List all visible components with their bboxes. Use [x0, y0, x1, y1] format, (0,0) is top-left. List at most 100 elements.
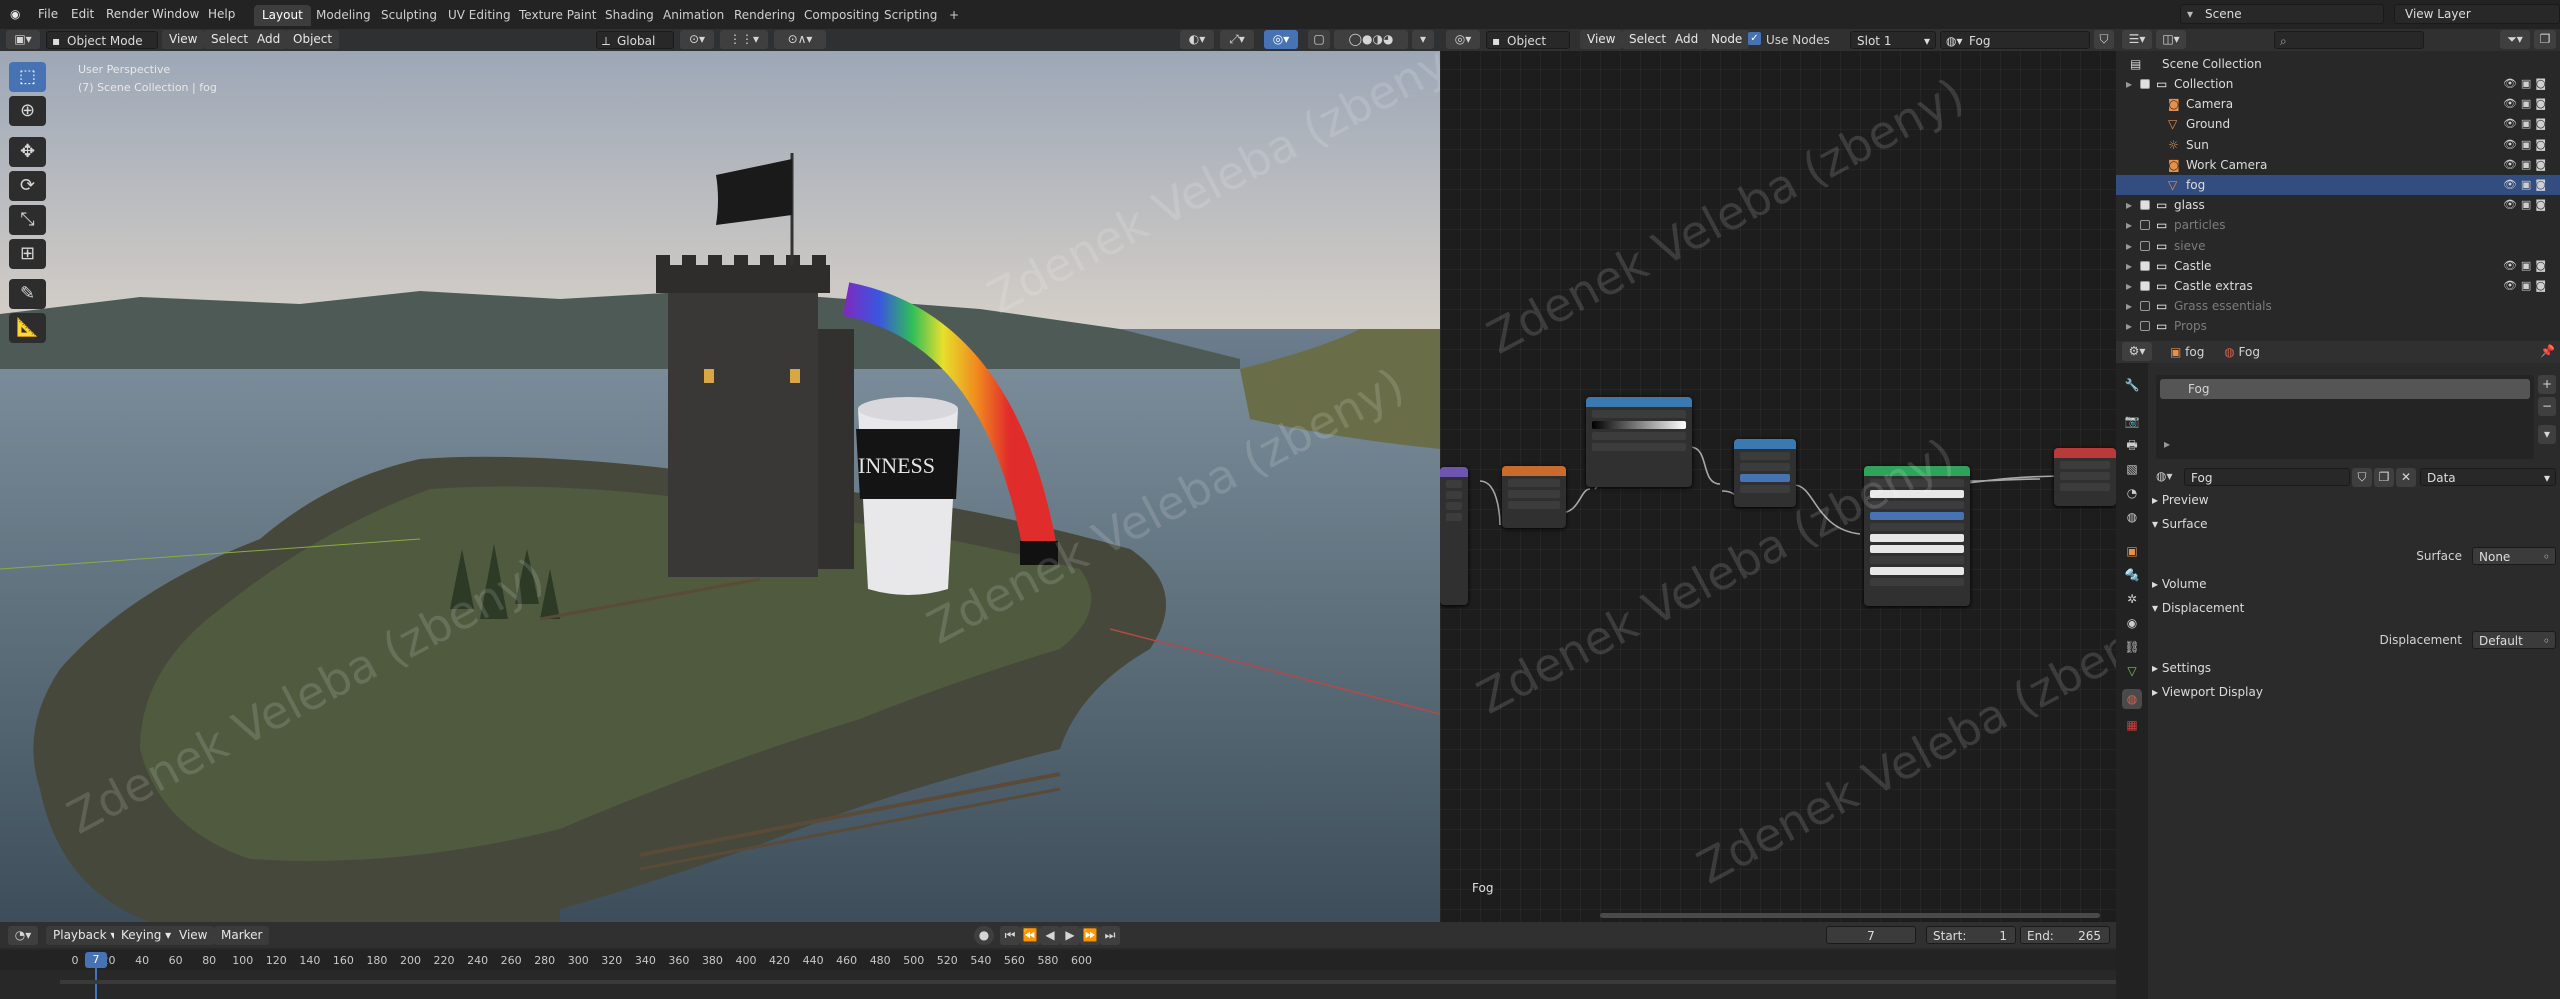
panel-settings[interactable]: ▸ Settings	[2152, 657, 2556, 679]
proportional-edit-icon[interactable]: ⊙∧▾	[774, 30, 826, 49]
expand-arrow-icon[interactable]: ▸	[2126, 215, 2132, 235]
visibility-toggle-icon[interactable]: 👁▣◙	[2496, 175, 2550, 195]
visibility-toggle-icon[interactable]: 👁▣◙	[2496, 256, 2550, 276]
play-icon[interactable]: ▶	[1060, 926, 1080, 945]
annotate-tool-icon[interactable]: ✎	[9, 279, 46, 309]
mode-selector[interactable]: ▪ Object Mode	[46, 31, 158, 49]
exclude-checkbox[interactable]	[2140, 200, 2150, 211]
object-tab-icon[interactable]: ▣	[2122, 541, 2142, 561]
output-tab-icon[interactable]: 🖶	[2122, 435, 2142, 455]
outliner-row[interactable]: ▸ ▭ Grass essentials	[2116, 296, 2560, 316]
playhead[interactable]: 7	[85, 952, 107, 968]
select-box-tool-icon[interactable]: ⬚	[9, 62, 46, 92]
record-icon[interactable]: ●	[974, 926, 994, 945]
snap-icon[interactable]: ⋮⋮▾	[720, 30, 768, 49]
outliner-row[interactable]: ▽ Ground 👁▣◙	[2116, 114, 2560, 134]
transform-orientation[interactable]: ⟂ Global	[596, 31, 674, 49]
modifier-tab-icon[interactable]: 🔩	[2122, 565, 2142, 585]
timeline-type-icon[interactable]: ◔▾	[8, 926, 38, 945]
visibility-toggle-icon[interactable]: 👁▣◙	[2496, 155, 2550, 175]
outliner-row[interactable]: ▸ ▭ Props	[2116, 316, 2560, 336]
data-tab-icon[interactable]: ▽	[2122, 661, 2142, 681]
jump-end-icon[interactable]: ⏭	[1100, 926, 1120, 945]
timeline-menu-marker[interactable]: Marker	[214, 926, 270, 945]
viewport-menu-add[interactable]: Add	[250, 30, 288, 49]
world-tab-icon[interactable]: ◍	[2122, 507, 2142, 527]
node-color-ramp[interactable]	[1586, 397, 1692, 487]
gizmo-icon[interactable]: ⤢▾	[1220, 30, 1254, 49]
tab-scripting[interactable]: Scripting	[876, 5, 945, 26]
timeline-menu-keying[interactable]: Keying ▾	[114, 926, 179, 945]
new-collection-icon[interactable]: ❐	[2534, 30, 2556, 49]
expand-list-icon[interactable]: ▸	[2164, 437, 2170, 451]
display-mode-icon[interactable]: ◫▾	[2156, 30, 2186, 49]
viewport-menu-view[interactable]: View	[162, 30, 205, 49]
overlays-icon[interactable]: ◎▾	[1264, 30, 1298, 49]
visibility-toggle-icon[interactable]: 👁▣◙	[2496, 276, 2550, 296]
outliner-row[interactable]: ◙ Work Camera 👁▣◙	[2116, 155, 2560, 175]
outliner-type-icon[interactable]: ☰▾	[2122, 30, 2152, 49]
panel-displacement[interactable]: ▾ Displacement	[2152, 597, 2556, 619]
material-name-field[interactable]: Fog	[2184, 468, 2350, 486]
view-layer-selector[interactable]: View Layer	[2394, 4, 2560, 24]
panel-surface[interactable]: ▾ Surface	[2152, 513, 2556, 535]
exclude-checkbox[interactable]	[2140, 240, 2150, 251]
shading-options-icon[interactable]: ▾	[1412, 30, 1434, 49]
visibility-toggle-icon[interactable]: 👁▣◙	[2496, 94, 2550, 114]
move-tool-icon[interactable]: ✥	[9, 137, 46, 167]
viewport-menu-select[interactable]: Select	[204, 30, 256, 49]
outliner-row[interactable]: ▸ ▭ glass 👁▣◙	[2116, 195, 2560, 215]
particles-tab-icon[interactable]: ✲	[2122, 589, 2142, 609]
exclude-checkbox[interactable]	[2140, 220, 2150, 231]
menu-file[interactable]: File	[32, 5, 64, 24]
visibility-toggle-icon[interactable]: 👁▣◙	[2496, 74, 2550, 94]
exclude-checkbox[interactable]	[2140, 301, 2150, 312]
material-browse-icon[interactable]: ◍▾	[2156, 469, 2173, 483]
add-workspace-button[interactable]: +	[941, 5, 967, 26]
outliner-row[interactable]: ◙ Camera 👁▣◙	[2116, 94, 2560, 114]
duplicate-icon[interactable]: ❐	[2374, 468, 2394, 487]
tab-rendering[interactable]: Rendering	[726, 5, 803, 26]
visibility-toggle-icon[interactable]: 👁▣◙	[2496, 114, 2550, 134]
tab-texture-paint[interactable]: Texture Paint	[511, 5, 604, 26]
tab-shading[interactable]: Shading	[597, 5, 662, 26]
jump-keyframe-forward-icon[interactable]: ⏩	[1080, 926, 1100, 945]
node-editor-scrollbar[interactable]	[1600, 913, 2100, 918]
outliner-row-scene-collection[interactable]: ▤ Scene Collection	[2116, 54, 2560, 74]
add-slot-icon[interactable]: +	[2538, 375, 2556, 394]
tab-compositing[interactable]: Compositing	[796, 5, 887, 26]
texture-tab-icon[interactable]: ▦	[2122, 715, 2142, 735]
material-slot-item[interactable]: Fog	[2160, 379, 2530, 399]
exclude-checkbox[interactable]	[2140, 281, 2150, 291]
panel-volume[interactable]: ▸ Volume	[2152, 573, 2556, 595]
tab-modeling[interactable]: Modeling	[308, 5, 379, 26]
outliner-row[interactable]: ▸ ▭ particles	[2116, 215, 2560, 235]
cursor-tool-icon[interactable]: ⊕	[9, 96, 46, 126]
play-reverse-icon[interactable]: ◀	[1040, 926, 1060, 945]
jump-start-icon[interactable]: ⏮	[1000, 926, 1020, 945]
pin-icon[interactable]: 📌	[2540, 344, 2555, 358]
tab-layout[interactable]: Layout	[254, 5, 311, 26]
expand-arrow-icon[interactable]: ▸	[2126, 74, 2132, 94]
material-tab-icon[interactable]: ◍	[2122, 689, 2142, 709]
outliner-search-input[interactable]: ⌕	[2274, 31, 2424, 49]
menu-window[interactable]: Window	[146, 5, 205, 24]
viewport-menu-object[interactable]: Object	[286, 30, 340, 49]
fake-user-icon[interactable]: ⛉	[2352, 468, 2372, 487]
slot-specials-icon[interactable]: ▾	[2538, 425, 2556, 444]
exclude-checkbox[interactable]	[2140, 79, 2150, 89]
timeline-menu-view[interactable]: View	[172, 926, 215, 945]
node-input-partial[interactable]	[1440, 467, 1468, 605]
outliner-row[interactable]: ☼ Sun 👁▣◙	[2116, 135, 2560, 155]
tool-tab-icon[interactable]: 🔧	[2122, 375, 2142, 395]
exclude-checkbox[interactable]	[2140, 321, 2150, 332]
remove-slot-icon[interactable]: −	[2538, 397, 2556, 416]
tab-uv-editing[interactable]: UV Editing	[440, 5, 519, 26]
expand-arrow-icon[interactable]: ▸	[2126, 256, 2132, 276]
displacement-selector[interactable]: Default ◦	[2472, 631, 2556, 649]
node-gradient-texture[interactable]	[1502, 466, 1566, 528]
menu-edit[interactable]: Edit	[65, 5, 100, 24]
outliner-row[interactable]: ▽ fog 👁▣◙	[2116, 175, 2560, 195]
node-math[interactable]	[1734, 439, 1796, 507]
visibility-toggle-icon[interactable]: 👁▣◙	[2496, 195, 2550, 215]
